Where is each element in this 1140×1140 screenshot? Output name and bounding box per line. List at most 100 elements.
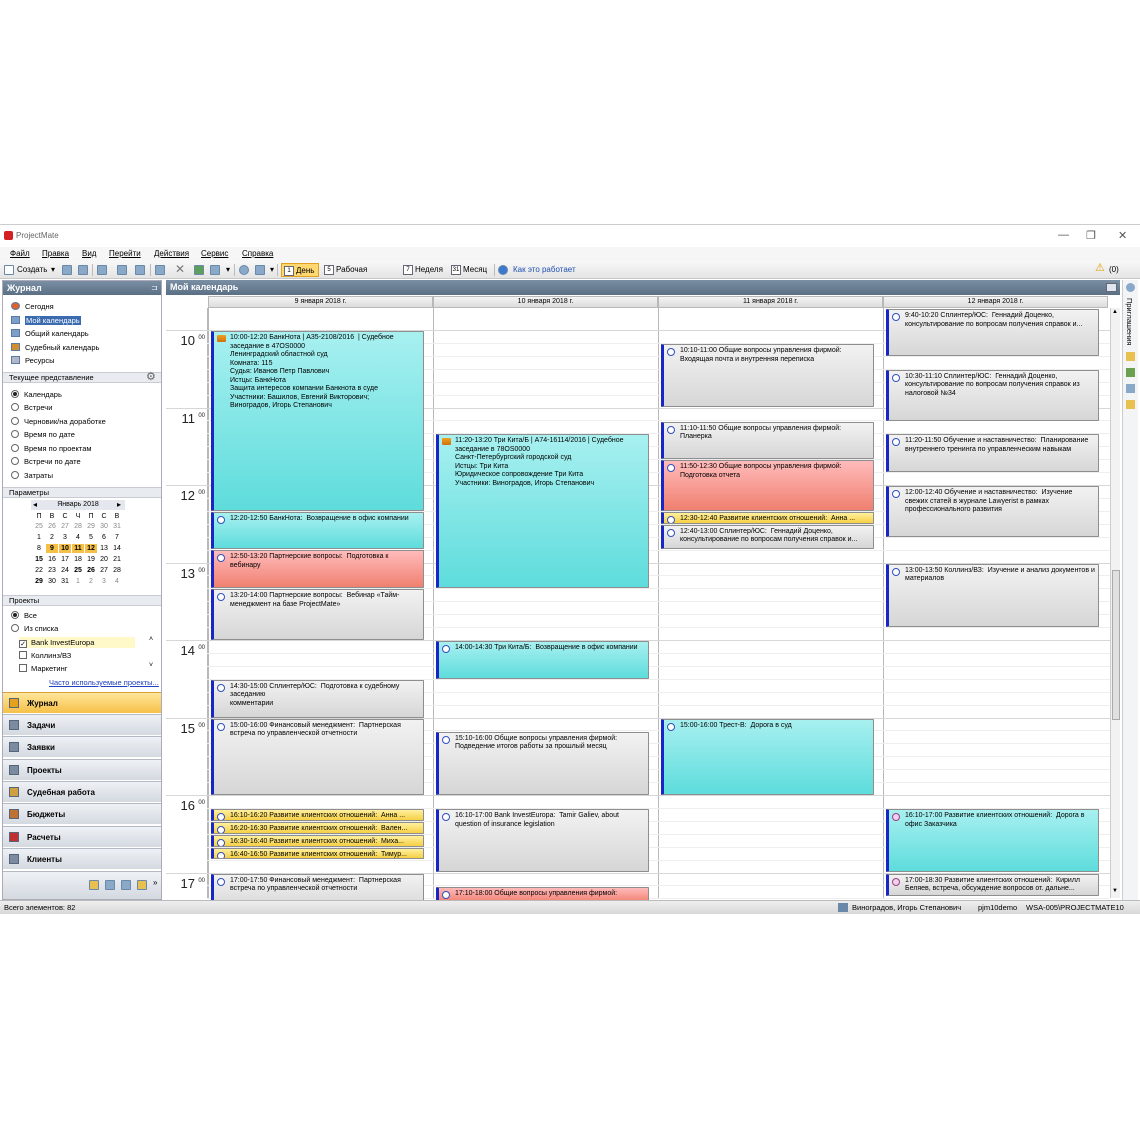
mini-calendar-day[interactable]: 27 [98, 566, 110, 575]
project-filter-list[interactable]: Из списка [11, 623, 58, 634]
appointment[interactable]: 16:10-17:00 Bank InvestEuropa: Tamir Gal… [436, 809, 649, 873]
mini-calendar-day[interactable]: 14 [111, 544, 123, 553]
mini-calendar-day[interactable]: 27 [59, 522, 71, 531]
view-meetings[interactable]: Встречи [11, 402, 52, 413]
folder-list-icon[interactable] [105, 880, 115, 890]
view-month-button[interactable]: 31 Месяц [449, 263, 491, 277]
mini-calendar-day[interactable]: 28 [72, 522, 84, 531]
frequent-projects-link[interactable]: Часто используемые проекты... [49, 678, 159, 687]
task-icon[interactable] [1126, 368, 1135, 377]
appointment[interactable]: 10:00-12:20 БанкНота | А35-2108/2016 | С… [211, 331, 424, 511]
appointment[interactable]: 12:40-13:00 Сплинтер/ЮС: Геннадий Доценк… [661, 524, 874, 550]
configure-buttons-icon[interactable]: » [153, 878, 157, 887]
appointment[interactable]: 9:40-10:20 Сплинтер/ЮС: Геннадий Доценко… [886, 309, 1099, 356]
create-button[interactable]: Создать [17, 263, 47, 277]
grid-dropdown-icon[interactable]: ▾ [270, 263, 274, 277]
menu-file[interactable]: Файл [10, 249, 30, 258]
mini-calendar-day[interactable]: 4 [111, 577, 123, 586]
menu-actions[interactable]: Действия [154, 249, 189, 258]
open-icon[interactable] [155, 265, 165, 275]
section-requests[interactable]: Заявки [3, 736, 161, 757]
day-header[interactable]: 10 января 2018 г. [433, 296, 658, 308]
mini-calendar-day[interactable]: 6 [98, 533, 110, 542]
mini-calendar-day[interactable]: 13 [98, 544, 110, 553]
nav-my-calendar[interactable]: Мой календарь [11, 315, 81, 326]
mini-calendar-day[interactable]: 2 [85, 577, 97, 586]
section-journal[interactable]: Журнал [3, 692, 161, 713]
pin-icon[interactable]: ⊐ [151, 283, 158, 292]
nav-court-calendar[interactable]: Судебный календарь [11, 342, 99, 353]
close-button[interactable]: ✕ [1118, 229, 1127, 242]
appointment[interactable]: 12:20-12:50 БанкНота: Возвращение в офис… [211, 511, 424, 550]
nav-today[interactable]: Сегодня [11, 301, 54, 312]
mini-calendar-day[interactable]: 9 [46, 544, 58, 553]
mini-calendar-day[interactable]: 1 [72, 577, 84, 586]
view-drafts[interactable]: Черновик/на доработке [11, 416, 106, 427]
appointment[interactable]: 15:00-16:00 Трест-В: Дорога в суд [661, 718, 874, 795]
appointment[interactable]: 12:30-12:40 Развитие клиентских отношени… [661, 511, 874, 524]
appointment[interactable]: 10:30-11:10 Сплинтер/ЮС: Геннадий Доценк… [886, 369, 1099, 421]
appointment[interactable]: 16:20-16:30 Развитие клиентских отношени… [211, 821, 424, 834]
nav-resources[interactable]: Ресурсы [11, 355, 55, 366]
appointment[interactable]: 11:20-13:20 Три Кита/Б | А74-16114/2016 … [436, 434, 649, 589]
layout-dropdown-icon[interactable]: ▾ [226, 263, 230, 277]
appointment[interactable]: 14:30-15:00 Сплинтер/ЮС: Подготовка к су… [211, 679, 424, 718]
project-item[interactable]: ✓ Bank InvestEuropa [19, 637, 135, 648]
project-item[interactable]: Маркетинг [19, 663, 67, 674]
gear-icon[interactable]: ⚙ [146, 370, 156, 383]
mini-calendar-day[interactable]: 1 [33, 533, 45, 542]
mini-calendar-day[interactable]: 16 [46, 555, 58, 564]
appointment[interactable]: 11:50-12:30 Общие вопросы управления фир… [661, 460, 874, 511]
appointment[interactable]: 15:10-16:00 Общие вопросы управления фир… [436, 731, 649, 795]
section-tasks[interactable]: Задачи [3, 714, 161, 735]
view-time-by-project[interactable]: Время по проектам [11, 443, 92, 454]
mini-calendar-day[interactable]: 5 [85, 533, 97, 542]
mini-calendar-day[interactable]: 12 [85, 544, 97, 553]
mini-calendar-day[interactable]: 17 [59, 555, 71, 564]
appointment[interactable]: 12:00-12:40 Обучение и наставничество: И… [886, 486, 1099, 537]
mini-calendar-day[interactable]: 20 [98, 555, 110, 564]
help-icon[interactable] [498, 265, 508, 275]
help-link[interactable]: Как это работает [513, 263, 576, 277]
note-icon[interactable] [1126, 352, 1135, 361]
section-budgets[interactable]: Бюджеты [3, 803, 161, 824]
menu-edit[interactable]: Правка [42, 249, 69, 258]
view-week-button[interactable]: 7 Неделя [401, 263, 445, 277]
invitations-tab[interactable]: Приглашения [1125, 298, 1134, 345]
mini-calendar-day[interactable]: 26 [46, 522, 58, 531]
warning-icon[interactable]: ⚠ [1095, 261, 1105, 275]
mini-calendar-day[interactable]: 15 [33, 555, 45, 564]
notes-icon[interactable] [89, 880, 99, 890]
view-calendar[interactable]: Календарь [11, 389, 62, 400]
scroll-up-icon[interactable]: ▲ [1112, 309, 1118, 315]
refresh-icon[interactable] [194, 265, 204, 275]
appointment[interactable]: 16:40-16:50 Развитие клиентских отношени… [211, 847, 424, 860]
vertical-scrollbar[interactable]: ▲ ▼ [1110, 308, 1120, 898]
restore-button[interactable]: ❐ [1086, 229, 1096, 242]
home-icon[interactable] [121, 880, 131, 890]
section-calculations[interactable]: Расчеты [3, 826, 161, 847]
paste-icon[interactable] [135, 265, 145, 275]
move-icon[interactable] [78, 265, 88, 275]
appointment[interactable]: 13:20-14:00 Партнерские вопросы: Вебинар… [211, 589, 424, 640]
appointment[interactable]: 14:00-14:30 Три Кита/Б: Возвращение в оф… [436, 641, 649, 679]
minimize-button[interactable]: — [1058, 229, 1069, 241]
appointment[interactable]: 13:00-13:50 Коллинз/ВЗ: Изучение и анали… [886, 563, 1099, 627]
print-icon[interactable] [62, 265, 72, 275]
mini-calendar-day[interactable]: 30 [46, 577, 58, 586]
layout-icon[interactable] [210, 265, 220, 275]
folder-icon[interactable] [137, 880, 147, 890]
mini-calendar-day[interactable]: 11 [72, 544, 84, 553]
project-item[interactable]: Коллинз/ВЗ [19, 650, 71, 661]
mini-calendar-day[interactable]: 25 [72, 566, 84, 575]
appointment[interactable]: 16:10-16:20 Развитие клиентских отношени… [211, 809, 424, 821]
scroll-up-icon[interactable]: ˄ [149, 636, 153, 643]
mini-calendar-day[interactable]: 21 [111, 555, 123, 564]
mini-calendar-day[interactable]: 31 [59, 577, 71, 586]
view-workweek-button[interactable]: 5 Рабочая неделя [322, 263, 396, 288]
mini-calendar-day[interactable]: 23 [46, 566, 58, 575]
mini-calendar-day[interactable]: 29 [85, 522, 97, 531]
mini-calendar-day[interactable]: 18 [72, 555, 84, 564]
view-expenses[interactable]: Затраты [11, 470, 53, 481]
scroll-down-icon[interactable]: ▼ [1112, 888, 1118, 894]
